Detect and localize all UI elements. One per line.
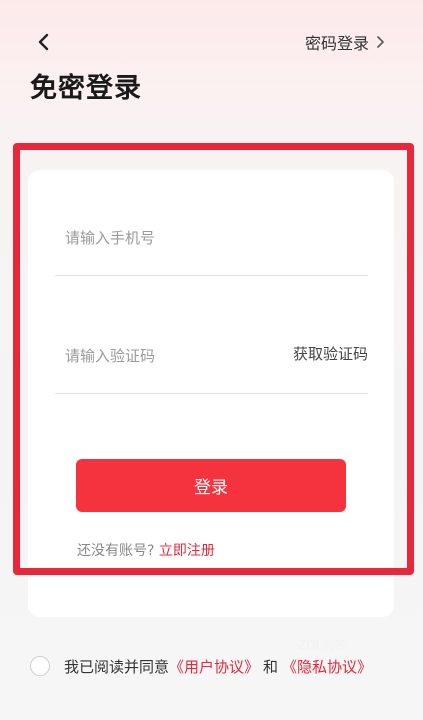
watermark: ZOL问答 [298, 638, 347, 652]
privacy-policy-link[interactable]: 《隐私协议》 [282, 656, 372, 677]
agreement-and: 和 [263, 657, 279, 676]
back-button[interactable] [32, 30, 56, 54]
user-agreement-link[interactable]: 《用户协议》 [169, 656, 259, 677]
chevron-left-icon [38, 33, 49, 51]
highlight-box [13, 143, 414, 575]
password-login-label: 密码登录 [304, 34, 369, 53]
page-title: 免密登录 [30, 73, 142, 104]
agreement-prefix: 我已阅读并同意 [64, 657, 170, 676]
chevron-right-icon [377, 36, 384, 48]
agreement-row: 我已阅读并同意 《用户协议》 和 《隐私协议》 [30, 654, 372, 678]
agreement-checkbox[interactable] [30, 656, 50, 676]
password-login-link[interactable]: 密码登录 [305, 30, 387, 54]
